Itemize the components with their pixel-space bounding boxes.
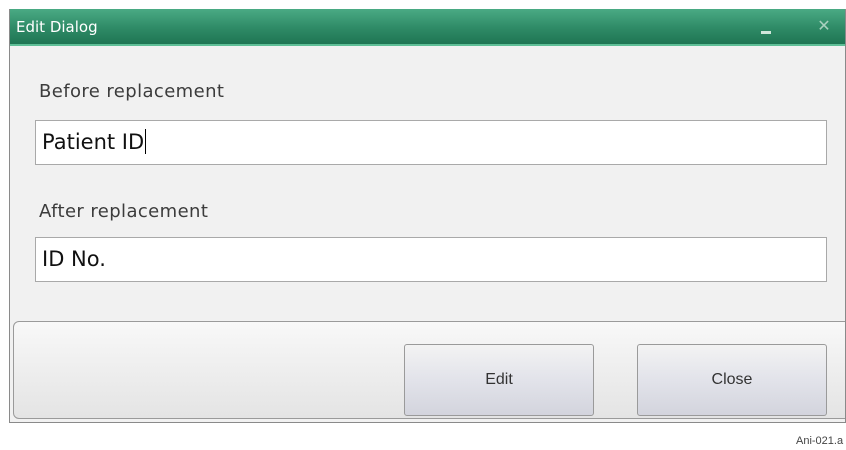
before-replacement-input[interactable]: Patient ID <box>35 120 827 165</box>
before-replacement-value: Patient ID <box>42 130 145 154</box>
close-icon: ✕ <box>817 16 831 35</box>
button-panel: Edit Close <box>13 321 845 419</box>
after-replacement-label: After replacement <box>39 201 209 222</box>
close-window-button[interactable]: ✕ <box>812 15 836 37</box>
minimize-icon <box>761 31 771 34</box>
figure-caption: Ani-021.a <box>796 435 844 447</box>
text-caret <box>145 128 147 154</box>
window-title: Edit Dialog <box>16 18 98 36</box>
after-replacement-input[interactable]: ID No. <box>35 237 827 282</box>
minimize-button[interactable] <box>754 15 778 37</box>
title-bar[interactable]: Edit Dialog ✕ <box>10 9 845 46</box>
before-replacement-label: Before replacement <box>39 81 225 102</box>
close-button[interactable]: Close <box>637 344 827 416</box>
edit-dialog-window: Edit Dialog ✕ Before replacement Patient… <box>9 9 846 423</box>
after-replacement-value: ID No. <box>42 247 106 271</box>
edit-button[interactable]: Edit <box>404 344 594 416</box>
